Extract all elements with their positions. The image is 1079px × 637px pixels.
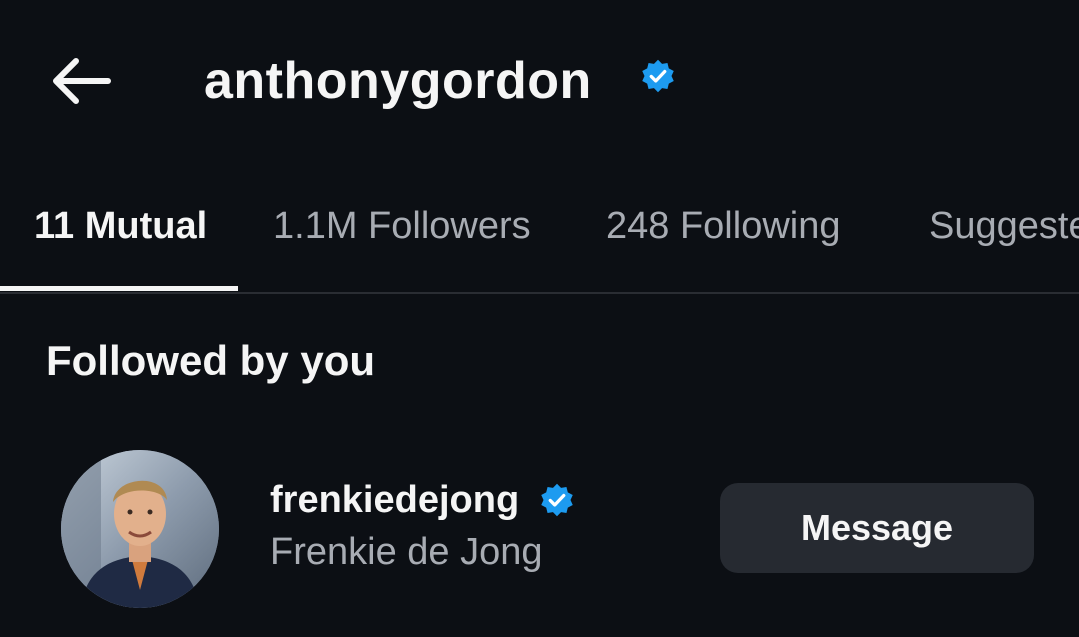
avatar[interactable]	[61, 450, 219, 608]
section-title: Followed by you	[46, 337, 376, 384]
back-button[interactable]	[40, 50, 120, 112]
tab-bar: 11 Mutual 1.1M Followers 248 Following S…	[0, 180, 1079, 292]
tab-mutual[interactable]: 11 Mutual	[34, 202, 207, 250]
profile-username: anthonygordon	[204, 52, 592, 110]
tab-suggested[interactable]: Suggested	[929, 202, 1079, 250]
verified-badge-icon	[541, 483, 573, 517]
arrow-left-icon	[53, 58, 111, 104]
message-button[interactable]: Message	[720, 483, 1034, 573]
active-tab-indicator	[0, 286, 238, 291]
user-full-name: Frenkie de Jong	[270, 531, 543, 573]
divider	[0, 292, 1079, 294]
verified-badge-icon	[642, 59, 674, 93]
user-username[interactable]: frenkiedejong	[270, 476, 519, 524]
profile-header: anthonygordon	[0, 0, 1079, 160]
user-list-item[interactable]: frenkiedejong Frenkie de Jong Message	[0, 440, 1079, 620]
tab-followers[interactable]: 1.1M Followers	[273, 202, 531, 250]
profile-photo	[61, 450, 219, 608]
tab-following[interactable]: 248 Following	[606, 202, 840, 250]
